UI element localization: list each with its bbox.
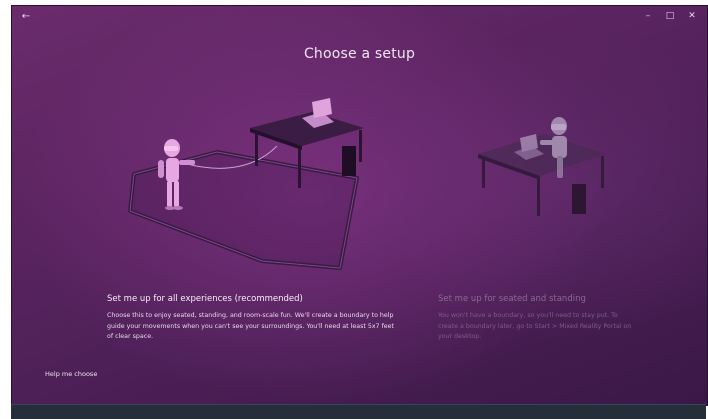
seated-standing-option-title: Set me up for seated and standing: [438, 294, 586, 304]
seated-desk: [478, 134, 606, 216]
seated-illustration[interactable]: [12, 6, 707, 296]
seated-standing-option-description: You won't have a boundary, so you'll nee…: [438, 312, 632, 340]
mixed-reality-setup-window: ← – □ ✕ Choose a setup Set me up for all…: [11, 5, 708, 406]
all-experiences-option-description: Choose this to enjoy seated, standing, a…: [107, 312, 395, 340]
all-experiences-option-title: Set me up for all experiences (recommend…: [107, 294, 303, 304]
seated-standing-option[interactable]: Set me up for seated and standing You wo…: [438, 294, 638, 343]
help-me-choose-link[interactable]: Help me choose: [45, 370, 97, 378]
taskbar-strip: [11, 404, 706, 419]
all-experiences-option[interactable]: Set me up for all experiences (recommend…: [107, 294, 397, 343]
